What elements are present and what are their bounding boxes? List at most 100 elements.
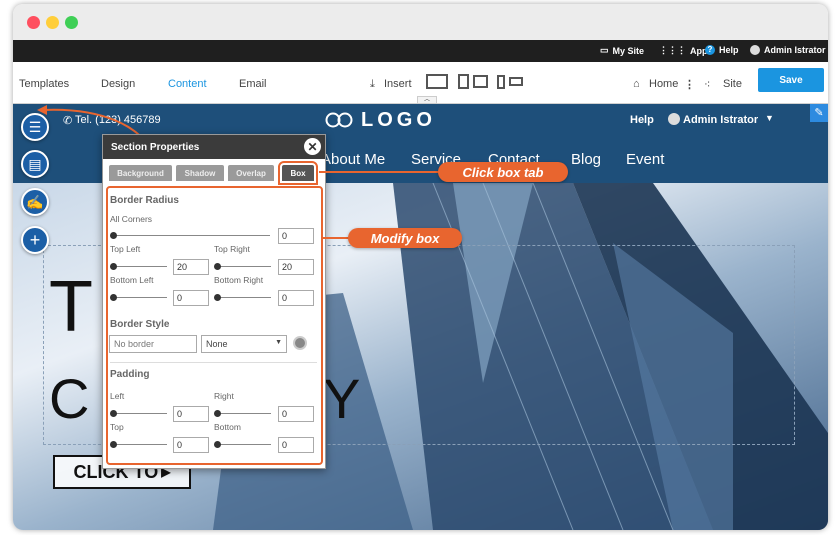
bottom-right-input[interactable]: 0 <box>278 290 314 306</box>
bottom-right-slider-knob[interactable] <box>214 294 221 301</box>
padding-bottom-input[interactable]: 0 <box>278 437 314 453</box>
padding-left-slider[interactable] <box>112 413 167 414</box>
add-section-button[interactable]: + <box>21 226 49 254</box>
callout-click-box-tab: Click box tab <box>438 162 568 182</box>
border-radius-heading: Border Radius <box>110 195 179 206</box>
top-right-input[interactable]: 20 <box>278 259 314 275</box>
editor-toolbar: Templates Design Content Email ⤓ Insert … <box>13 62 828 104</box>
home-icon: ⌂ <box>633 78 640 90</box>
padding-top-input[interactable]: 0 <box>173 437 209 453</box>
bottom-left-slider-knob[interactable] <box>110 294 117 301</box>
tablet-landscape-icon[interactable] <box>458 74 469 89</box>
panel-title: Section Properties <box>103 135 325 159</box>
minimize-window-dot[interactable] <box>46 16 59 29</box>
section-properties-panel: Section Properties ✕ Background Shadow O… <box>102 134 326 469</box>
nav-item-event[interactable]: Event <box>626 151 664 168</box>
close-panel-button[interactable]: ✕ <box>304 138 321 155</box>
tab-content[interactable]: Content <box>168 78 207 90</box>
save-button[interactable]: Save <box>758 68 824 92</box>
tab-design[interactable]: Design <box>101 78 135 90</box>
my-site-link[interactable]: ▭ My Site <box>600 45 644 56</box>
padding-bottom-label: Bottom <box>214 422 241 432</box>
edit-pencil-icon[interactable]: ✎ <box>810 104 828 122</box>
tab-box[interactable]: Box <box>278 161 318 185</box>
all-corners-label: All Corners <box>110 214 153 224</box>
all-corners-slider-knob[interactable] <box>110 232 117 239</box>
monitor-icon: ▭ <box>600 45 609 55</box>
dropdown-arrow-icon: ▼ <box>275 339 282 346</box>
bottom-left-label: Bottom Left <box>110 275 154 285</box>
maximize-window-dot[interactable] <box>65 16 78 29</box>
logo-rings-icon <box>323 112 357 128</box>
bottom-right-label: Bottom Right <box>214 275 264 285</box>
padding-right-label: Right <box>214 391 234 401</box>
mobile-portrait-icon[interactable] <box>497 75 505 89</box>
all-corners-input[interactable]: 0 <box>278 228 314 244</box>
tab-background[interactable]: Background <box>109 165 172 181</box>
site-button[interactable]: Site <box>723 78 742 90</box>
collapse-toolbar-icon[interactable]: ︿ <box>417 96 437 104</box>
padding-bottom-slider[interactable] <box>216 444 271 445</box>
sitemap-icon: ⁖ <box>704 79 711 91</box>
tab-shadow[interactable]: Shadow <box>176 165 224 181</box>
top-right-slider[interactable] <box>216 266 271 267</box>
border-width-input[interactable]: No border <box>109 335 197 353</box>
tab-templates[interactable]: Templates <box>19 78 69 90</box>
padding-left-label: Left <box>110 391 125 401</box>
help-link[interactable]: ? Help <box>705 45 739 55</box>
tablet-portrait-icon[interactable] <box>473 75 488 88</box>
user-icon <box>750 45 760 55</box>
insert-button[interactable]: Insert <box>384 78 412 90</box>
padding-right-slider-knob[interactable] <box>214 410 221 417</box>
tab-overlap[interactable]: Overlap <box>228 165 274 181</box>
padding-bottom-slider-knob[interactable] <box>214 441 221 448</box>
app-window: ▭ My Site ⋮⋮⋮ Apps ? Help Admin Istrator… <box>13 4 828 530</box>
padding-right-slider[interactable] <box>216 413 271 414</box>
more-vertical-icon[interactable]: ⋮ <box>684 78 695 91</box>
padding-heading: Padding <box>110 369 150 380</box>
home-button[interactable]: Home <box>649 78 678 90</box>
site-help-link[interactable]: Help <box>630 114 654 126</box>
help-icon: ? <box>705 45 715 55</box>
top-right-label: Top Right <box>214 244 250 254</box>
padding-top-label: Top <box>110 422 124 432</box>
padding-top-slider[interactable] <box>112 444 167 445</box>
mobile-landscape-icon[interactable] <box>509 77 523 86</box>
grid-icon: ⋮⋮⋮ <box>659 45 686 55</box>
site-user-menu[interactable]: Admin Istrator <box>683 114 758 126</box>
hero-heading-line-2-start: C <box>49 367 90 430</box>
padding-right-input[interactable]: 0 <box>278 406 314 422</box>
top-left-slider-knob[interactable] <box>110 263 117 270</box>
admin-user-menu[interactable]: Admin Istrator <box>750 45 826 55</box>
hero-heading-line-1: T <box>49 267 93 347</box>
nav-item-blog[interactable]: Blog <box>571 151 601 168</box>
top-left-input[interactable]: 20 <box>173 259 209 275</box>
bottom-left-slider[interactable] <box>112 297 167 298</box>
desktop-view-icon[interactable] <box>426 74 448 89</box>
edit-content-tool-button[interactable]: ✍ <box>21 188 49 216</box>
edit-list-icon: ✍ <box>26 193 44 210</box>
panel-divider <box>110 362 317 363</box>
window-titlebar <box>13 4 828 40</box>
close-window-dot[interactable] <box>27 16 40 29</box>
color-picker-icon[interactable] <box>293 336 307 350</box>
padding-top-slider-knob[interactable] <box>110 441 117 448</box>
top-left-slider[interactable] <box>112 266 167 267</box>
padding-left-slider-knob[interactable] <box>110 410 117 417</box>
plus-icon: + <box>29 229 41 250</box>
top-right-slider-knob[interactable] <box>214 263 221 270</box>
chevron-down-icon: ▼ <box>765 113 774 123</box>
border-style-select[interactable]: None ▼ <box>201 335 287 353</box>
bottom-left-input[interactable]: 0 <box>173 290 209 306</box>
callout-modify-box: Modify box <box>348 228 462 248</box>
border-style-heading: Border Style <box>110 319 170 330</box>
insert-download-icon: ⤓ <box>370 78 375 90</box>
site-logo[interactable]: LOGO <box>361 109 436 132</box>
tab-email[interactable]: Email <box>239 78 267 90</box>
padding-left-input[interactable]: 0 <box>173 406 209 422</box>
admin-bar: ▭ My Site ⋮⋮⋮ Apps ? Help Admin Istrator <box>13 40 828 62</box>
bottom-right-slider[interactable] <box>216 297 271 298</box>
hero-heading-line-2-end: Y <box>323 367 361 430</box>
top-left-label: Top Left <box>110 244 141 254</box>
all-corners-slider[interactable] <box>112 235 270 236</box>
